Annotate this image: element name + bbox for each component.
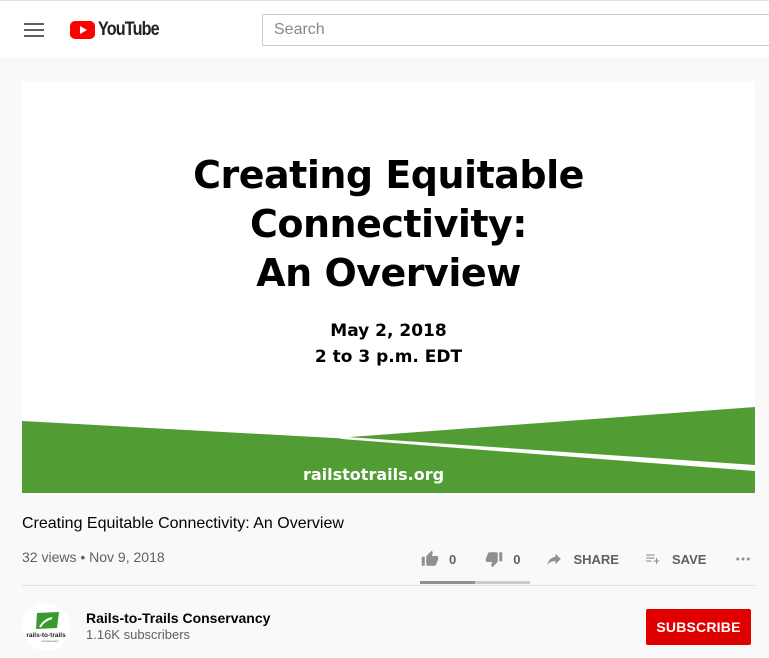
slide-time-line: 2 to 3 p.m. EDT [314, 347, 463, 367]
like-count: 0 [449, 551, 457, 567]
more-actions-button[interactable] [732, 550, 754, 568]
save-label: SAVE [671, 551, 707, 567]
slide-title: Creating Equitable Connectivity: An Over… [22, 151, 755, 298]
slide-date: May 2, 2018 2 to 3 p.m. EDT [22, 318, 755, 370]
video-player[interactable]: Creating Equitable Connectivity: An Over… [22, 81, 755, 493]
svg-text:rails-to-trails: rails-to-trails [26, 632, 66, 639]
slide-date-line: May 2, 2018 [330, 321, 447, 341]
slide-title-line: Connectivity: [249, 202, 528, 246]
slide-url: railstotrails.org [302, 465, 445, 484]
menu-icon[interactable] [24, 23, 44, 37]
action-bar: 0 0 SHARE SAVE [420, 548, 754, 570]
channel-name[interactable]: Rails-to-Trails Conservancy [86, 610, 270, 626]
play-logo-icon [70, 21, 95, 39]
slide-title-line: Creating Equitable [193, 153, 584, 197]
logo-text: YouTube [98, 19, 160, 40]
rails-to-trails-logo-icon: rails-to-trails conservancy [26, 612, 66, 643]
divider [22, 585, 755, 586]
thumbs-down-icon [485, 552, 503, 568]
sentiment-bar [420, 581, 530, 584]
dislike-count: 0 [513, 551, 521, 567]
thumbs-up-icon [421, 550, 439, 566]
dislike-button[interactable]: 0 [484, 550, 520, 568]
share-arrow-icon [547, 553, 562, 565]
video-meta: 32 views • Nov 9, 2018 [22, 549, 165, 565]
subscriber-count: 1.16K subscribers [86, 627, 191, 642]
channel-avatar[interactable]: rails-to-trails conservancy [22, 603, 70, 651]
masthead: YouTube [0, 0, 769, 57]
search-input[interactable] [262, 14, 769, 46]
share-label: SHARE [573, 551, 619, 567]
video-title: Creating Equitable Connectivity: An Over… [22, 515, 344, 532]
like-button[interactable]: 0 [420, 550, 456, 568]
youtube-logo[interactable]: YouTube [70, 19, 169, 41]
share-button[interactable]: SHARE [544, 550, 619, 568]
svg-text:conservancy: conservancy [42, 639, 59, 643]
subscribe-button[interactable]: SUBSCRIBE [646, 609, 751, 645]
save-button[interactable]: SAVE [643, 550, 706, 568]
playlist-add-icon [646, 554, 660, 564]
sentiment-like-fill [420, 581, 475, 584]
slide-title-line: An Overview [256, 251, 521, 295]
more-horiz-icon [736, 557, 751, 561]
